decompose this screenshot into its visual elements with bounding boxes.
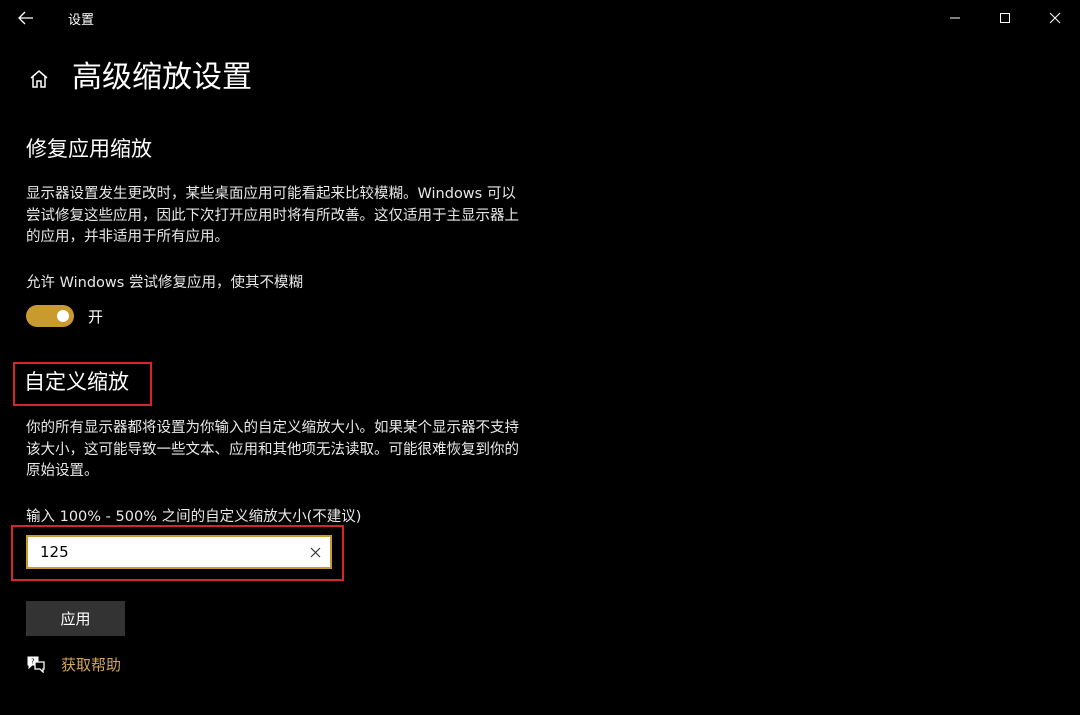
fix-scaling-heading: 修复应用缩放	[26, 137, 152, 161]
fix-scaling-toggle[interactable]	[26, 305, 74, 327]
arrow-left-icon	[18, 11, 33, 25]
close-button[interactable]	[1030, 0, 1080, 36]
chat-help-icon: ?	[27, 656, 45, 673]
custom-scaling-heading: 自定义缩放	[24, 370, 129, 394]
apply-button[interactable]: 应用	[26, 601, 125, 636]
clear-input-button[interactable]	[300, 537, 330, 567]
fix-scaling-toggle-label: 允许 Windows 尝试修复应用，使其不模糊	[26, 275, 303, 291]
close-icon	[1049, 12, 1061, 24]
svg-text:?: ?	[31, 658, 35, 666]
maximize-button[interactable]	[980, 0, 1030, 36]
title-bar: 设置	[0, 0, 1080, 36]
settings-window: 设置 高级缩放设置 修复应用缩放 显示器设置发生更改时，某些桌面应用可能看起来比…	[0, 0, 1080, 715]
back-button[interactable]	[8, 2, 44, 34]
maximize-icon	[1000, 13, 1010, 23]
toggle-knob	[57, 310, 69, 322]
home-icon	[30, 70, 48, 88]
get-help-row[interactable]: ? 获取帮助	[26, 653, 121, 675]
home-button[interactable]	[24, 64, 54, 94]
window-title: 设置	[68, 13, 95, 28]
toggle-state-label: 开	[88, 308, 104, 326]
custom-scaling-input[interactable]: 125	[26, 535, 332, 569]
page-title: 高级缩放设置	[72, 60, 252, 95]
custom-scaling-input-value[interactable]: 125	[28, 543, 300, 561]
custom-scaling-description: 你的所有显示器都将设置为你输入的自定义缩放大小。如果某个显示器不支持该大小，这可…	[26, 420, 519, 479]
get-help-link[interactable]: 获取帮助	[61, 654, 121, 675]
fix-scaling-description: 显示器设置发生更改时，某些桌面应用可能看起来比较模糊。Windows 可以尝试修…	[26, 186, 519, 245]
minimize-icon	[950, 17, 960, 19]
clear-icon	[310, 547, 320, 557]
minimize-button[interactable]	[930, 0, 980, 36]
